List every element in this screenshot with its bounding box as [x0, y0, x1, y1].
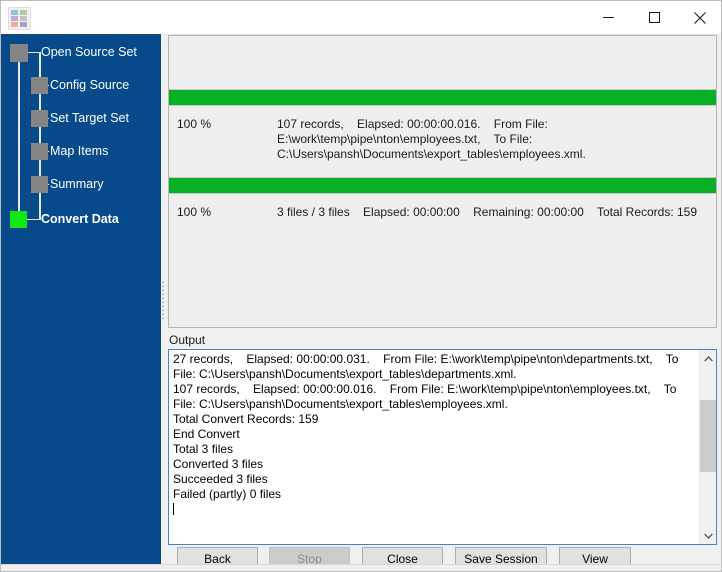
sidebar-step-marker-open-source-set[interactable]	[10, 44, 28, 62]
wizard-step-tree: Open Source Set Config Source Set Target…	[1, 34, 161, 234]
main-content: 100 % 107 records, Elapsed: 00:00:00.016…	[166, 34, 722, 572]
maximize-icon	[649, 12, 660, 23]
sidebar-step-label-set-target-set[interactable]: Set Target Set	[50, 111, 129, 125]
file-progress-bar	[169, 89, 716, 106]
scroll-down-button[interactable]	[700, 527, 717, 544]
file-progress-info-line-2: E:\work\temp\pipe\nton\employees.txt, To…	[277, 132, 532, 147]
sidebar-step-label-convert-data[interactable]: Convert Data	[41, 212, 119, 226]
title-bar	[1, 1, 722, 35]
splitter-grip-icon[interactable]	[162, 282, 164, 322]
output-vertical-scrollbar[interactable]	[699, 350, 716, 544]
minimize-button[interactable]	[585, 1, 631, 34]
sidebar-step-label-map-items[interactable]: Map Items	[50, 144, 108, 158]
output-text-content[interactable]: 27 records, Elapsed: 00:00:00.031. From …	[173, 352, 685, 517]
sidebar-step-label-open-source-set[interactable]: Open Source Set	[41, 45, 137, 59]
close-icon	[694, 12, 706, 24]
application-window: Open Source Set Config Source Set Target…	[0, 0, 722, 572]
file-progress-info-line-1: 107 records, Elapsed: 00:00:00.016. From…	[277, 117, 548, 132]
total-progress-bar	[169, 177, 716, 194]
wizard-sidebar: Open Source Set Config Source Set Target…	[1, 34, 161, 572]
sidebar-step-marker-summary[interactable]	[31, 176, 48, 193]
chevron-up-icon	[704, 356, 713, 362]
sidebar-step-label-config-source[interactable]: Config Source	[50, 78, 129, 92]
total-progress-info: 3 files / 3 files Elapsed: 00:00:00 Rema…	[277, 205, 697, 220]
window-controls	[585, 1, 722, 34]
progress-panel: 100 % 107 records, Elapsed: 00:00:00.016…	[168, 35, 717, 328]
total-progress-percent: 100 %	[177, 205, 211, 219]
file-progress-percent: 100 %	[177, 117, 211, 131]
close-button[interactable]	[677, 1, 722, 34]
scrollbar-thumb[interactable]	[700, 400, 717, 472]
text-caret	[173, 503, 174, 515]
output-textarea[interactable]: 27 records, Elapsed: 00:00:00.031. From …	[168, 349, 717, 545]
output-text-lines: 27 records, Elapsed: 00:00:00.031. From …	[173, 352, 682, 501]
minimize-icon	[603, 12, 614, 23]
sidebar-step-marker-set-target-set[interactable]	[31, 110, 48, 127]
sidebar-step-marker-convert-data[interactable]	[10, 211, 27, 228]
chevron-down-icon	[704, 533, 713, 539]
app-grid-icon	[8, 7, 31, 30]
file-progress-info-line-3: C:\Users\pansh\Documents\export_tables\e…	[277, 147, 586, 162]
maximize-button[interactable]	[631, 1, 677, 34]
window-bottom-strip	[1, 564, 722, 571]
total-progress-fill	[169, 178, 716, 193]
scroll-up-button[interactable]	[700, 350, 717, 367]
file-progress-fill	[169, 90, 716, 105]
output-label: Output	[169, 333, 205, 347]
sidebar-step-marker-map-items[interactable]	[31, 143, 48, 160]
sidebar-step-marker-config-source[interactable]	[31, 77, 48, 94]
sidebar-step-label-summary[interactable]: Summary	[50, 177, 103, 191]
tree-trunk-line	[18, 60, 20, 220]
